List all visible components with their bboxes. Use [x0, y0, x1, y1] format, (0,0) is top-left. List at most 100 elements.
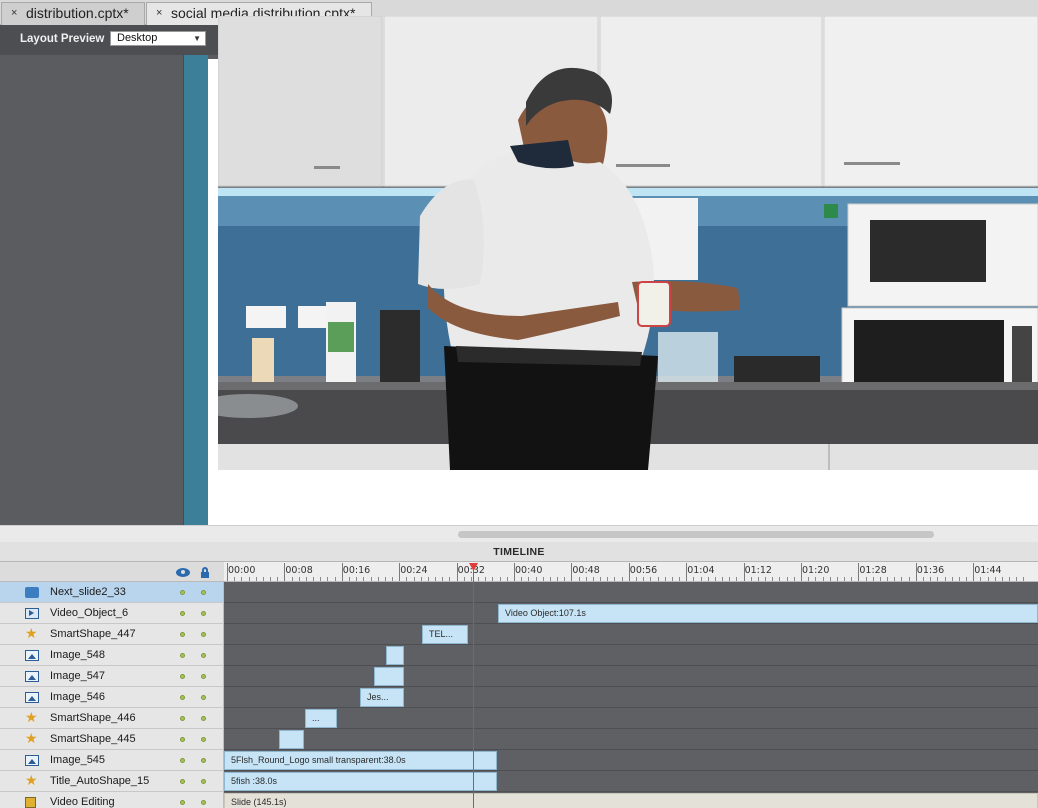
- timeline-item-bar[interactable]: Jes...: [360, 688, 404, 707]
- timeline-row[interactable]: Next_slide2_33: [0, 582, 1038, 603]
- ruler-minor-tick: [829, 577, 831, 581]
- ruler-minor-tick: [255, 577, 257, 581]
- timeline-row[interactable]: Image_546 Jes...: [0, 687, 1038, 708]
- stage-left-pane: [0, 55, 184, 525]
- timeline-row-label[interactable]: ★ SmartShape_445: [0, 729, 224, 750]
- ruler-minor-tick: [729, 577, 731, 581]
- lock-toggle[interactable]: [201, 758, 206, 763]
- ruler-minor-tick: [377, 577, 379, 581]
- ruler-minor-tick: [277, 577, 279, 581]
- ruler-tick-label: 01:36: [916, 565, 945, 576]
- lock-toggle[interactable]: [201, 779, 206, 784]
- ruler-minor-tick: [305, 577, 307, 581]
- timeline-track: Slide (145.1s): [224, 792, 1038, 808]
- visibility-toggle[interactable]: [180, 716, 185, 721]
- ruler-minor-tick: [241, 577, 243, 581]
- visibility-toggle[interactable]: [180, 632, 185, 637]
- timeline-item-bar[interactable]: [386, 646, 404, 665]
- ruler-minor-tick: [549, 577, 551, 581]
- ruler-minor-tick: [937, 577, 939, 581]
- timeline-row[interactable]: Video_Object_6 Video Object:107.1s: [0, 603, 1038, 624]
- timeline-ruler[interactable]: 00:00 00:08 00:16 00:24 00:32 00:40 00:48 00:56…: [224, 562, 1038, 582]
- ruler-minor-tick: [815, 577, 817, 581]
- star-icon: ★: [25, 730, 38, 746]
- timeline-row[interactable]: Image_545 5Flsh_Round_Logo small transpar…: [0, 750, 1038, 771]
- ruler-minor-tick: [836, 577, 838, 581]
- lock-toggle[interactable]: [201, 716, 206, 721]
- ruler-minor-tick: [384, 577, 386, 581]
- timeline-panel: TIMELINE 00:00 00:08 00:16 00:24 00:32 00:40 0…: [0, 542, 1038, 808]
- timeline-row[interactable]: Video Editing Slide (145.1s): [0, 792, 1038, 808]
- timeline-item-bar[interactable]: Slide (145.1s): [224, 793, 1038, 808]
- timeline-row[interactable]: ★ SmartShape_445: [0, 729, 1038, 750]
- visibility-toggle[interactable]: [180, 653, 185, 658]
- visibility-toggle[interactable]: [180, 695, 185, 700]
- rectangle-shape-icon: [25, 587, 39, 598]
- timeline-row-label[interactable]: ★ Title_AutoShape_15: [0, 771, 224, 792]
- timeline-row[interactable]: Image_548: [0, 645, 1038, 666]
- timeline-row-label[interactable]: Next_slide2_33: [0, 582, 224, 603]
- eye-icon[interactable]: [176, 568, 190, 577]
- ruler-minor-tick: [621, 577, 623, 581]
- timeline-item-bar[interactable]: TEL...: [422, 625, 468, 644]
- timeline-row[interactable]: Image_547: [0, 666, 1038, 687]
- ruler-minor-tick: [994, 577, 996, 581]
- ruler-minor-tick: [664, 577, 666, 581]
- ruler-minor-tick: [413, 577, 415, 581]
- timeline-row-label[interactable]: Image_547: [0, 666, 224, 687]
- visibility-toggle[interactable]: [180, 758, 185, 763]
- scrollbar-thumb[interactable]: [458, 531, 934, 538]
- ruler-tick-label: 00:40: [515, 565, 543, 576]
- ruler-minor-tick: [786, 577, 788, 581]
- timeline-row-label[interactable]: ★ SmartShape_446: [0, 708, 224, 729]
- timeline-row[interactable]: ★ Title_AutoShape_15 5fish :38.0s: [0, 771, 1038, 792]
- layer-name: Video Editing: [50, 796, 115, 808]
- stage-horizontal-scrollbar[interactable]: [0, 525, 1038, 542]
- close-tab-icon[interactable]: ×: [11, 3, 17, 24]
- timeline-item-bar[interactable]: 5Flsh_Round_Logo small transparent:38.0s: [224, 751, 497, 770]
- timeline-item-bar[interactable]: [374, 667, 404, 686]
- lock-toggle[interactable]: [201, 653, 206, 658]
- layout-device-select[interactable]: Desktop ▼: [110, 31, 206, 46]
- timeline-row-label[interactable]: ★ SmartShape_447: [0, 624, 224, 645]
- visibility-toggle[interactable]: [180, 611, 185, 616]
- ruler-tick-label: 00:16: [342, 565, 371, 576]
- visibility-toggle[interactable]: [180, 590, 185, 595]
- timeline-item-bar[interactable]: ...: [305, 709, 337, 728]
- lock-toggle[interactable]: [201, 611, 206, 616]
- visibility-toggle[interactable]: [180, 737, 185, 742]
- video-frame-image: [218, 16, 1038, 470]
- timeline-row-label[interactable]: Video_Object_6: [0, 603, 224, 624]
- ruler-minor-tick: [592, 577, 594, 581]
- timeline-row-label[interactable]: Image_546: [0, 687, 224, 708]
- timeline-row-label[interactable]: Image_548: [0, 645, 224, 666]
- timeline-item-bar[interactable]: [279, 730, 304, 749]
- lock-icon[interactable]: [201, 567, 209, 578]
- image-icon: [25, 692, 39, 703]
- visibility-toggle[interactable]: [180, 800, 185, 805]
- playhead[interactable]: [473, 563, 474, 808]
- ruler-minor-tick: [327, 577, 329, 581]
- close-tab-icon[interactable]: ×: [156, 3, 162, 24]
- timeline-row[interactable]: ★ SmartShape_446...: [0, 708, 1038, 729]
- layer-name: SmartShape_446: [50, 712, 136, 724]
- lock-toggle[interactable]: [201, 632, 206, 637]
- layer-name: Next_slide2_33: [50, 586, 126, 598]
- timeline-row-label[interactable]: Video Editing: [0, 792, 224, 808]
- video-object-frame[interactable]: [218, 16, 1038, 470]
- visibility-toggle[interactable]: [180, 674, 185, 679]
- visibility-toggle[interactable]: [180, 779, 185, 784]
- lock-toggle[interactable]: [201, 590, 206, 595]
- timeline-row-label[interactable]: Image_545: [0, 750, 224, 771]
- timeline-row[interactable]: ★ SmartShape_447 TEL...: [0, 624, 1038, 645]
- lock-toggle[interactable]: [201, 674, 206, 679]
- ruler-minor-tick: [291, 577, 293, 581]
- timeline-track: Jes...: [224, 687, 1038, 708]
- lock-toggle[interactable]: [201, 800, 206, 805]
- timeline-track: 5fish :38.0s: [224, 771, 1038, 792]
- lock-toggle[interactable]: [201, 737, 206, 742]
- timeline-item-bar[interactable]: Video Object:107.1s: [498, 604, 1038, 623]
- lock-toggle[interactable]: [201, 695, 206, 700]
- tab-distribution[interactable]: × distribution.cptx*: [1, 2, 145, 25]
- timeline-item-bar[interactable]: 5fish :38.0s: [224, 772, 497, 791]
